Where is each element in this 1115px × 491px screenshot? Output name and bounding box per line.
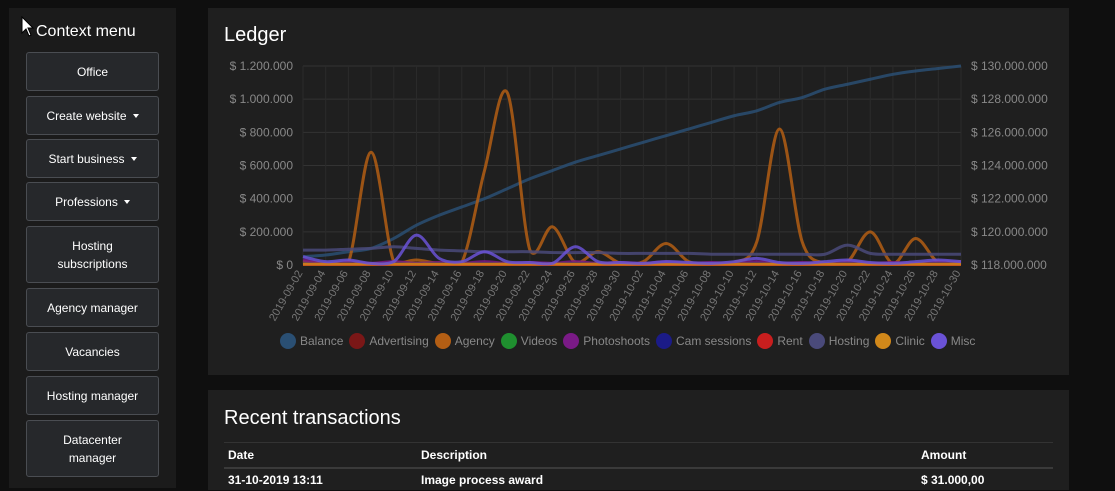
legend-label: Agency <box>455 334 495 348</box>
menu-button-label: Datacenter manager <box>27 431 158 467</box>
menu-button-vacancies[interactable]: Vacancies <box>26 332 159 371</box>
legend-swatch <box>931 333 947 349</box>
menu-button-label: Vacancies <box>65 343 119 361</box>
column-header-date[interactable]: Date <box>224 443 417 469</box>
menu-button-label: Agency manager <box>47 299 138 317</box>
legend-item-photoshoots[interactable]: Photoshoots <box>563 333 650 349</box>
menu-button-office[interactable]: Office <box>26 52 159 91</box>
legend-item-balance[interactable]: Balance <box>280 333 343 349</box>
right-axis-tick-label: $ 124.000.000 <box>971 159 1048 173</box>
left-axis-tick-label: $ 800.000 <box>240 125 294 139</box>
legend-label: Clinic <box>895 334 924 348</box>
ledger-panel: Ledger $ 0$ 118.000.000$ 200.000$ 120.00… <box>208 8 1069 375</box>
ledger-chart: $ 0 $ 118.000.000 $ 200.000 $ 120.000.000 $ … <box>208 8 1069 375</box>
menu-button-label: Create website <box>46 107 126 125</box>
legend-item-advertising[interactable]: Advertising <box>349 333 428 349</box>
legend-label: Hosting <box>829 334 870 348</box>
transactions-panel: Recent transactions Date Description Amo… <box>208 390 1069 490</box>
legend-label: Videos <box>521 334 557 348</box>
menu-button-label: Professions <box>55 193 118 211</box>
left-axis-tick-label: $ 600.000 <box>240 159 294 173</box>
legend-swatch <box>349 333 365 349</box>
left-axis-tick-label: $ 400.000 <box>240 192 294 206</box>
table-header-row: Date Description Amount <box>224 443 1053 469</box>
menu-button-create-website[interactable]: Create website <box>26 96 159 135</box>
legend-item-clinic[interactable]: Clinic <box>875 333 924 349</box>
left-axis-tick-label: $ 1.200.000 <box>230 59 294 73</box>
caret-down-icon <box>133 114 139 118</box>
right-axis-tick-label: $ 122.000.000 <box>971 192 1048 206</box>
legend-item-videos[interactable]: Videos <box>501 333 557 349</box>
transaction-amount: $ 31.000,00 <box>917 468 1053 491</box>
series-line-balance <box>303 66 961 257</box>
menu-button-label: Hosting manager <box>47 387 138 405</box>
legend-item-rent[interactable]: Rent <box>757 333 802 349</box>
legend-swatch <box>656 333 672 349</box>
legend-item-misc[interactable]: Misc <box>931 333 976 349</box>
right-axis-tick-label: $ 120.000.000 <box>971 225 1048 239</box>
legend-item-cam-sessions[interactable]: Cam sessions <box>656 333 751 349</box>
caret-down-icon <box>124 200 130 204</box>
legend-item-hosting[interactable]: Hosting <box>809 333 870 349</box>
series-line-agency <box>303 91 961 265</box>
legend-swatch <box>501 333 517 349</box>
menu-button-label: Office <box>77 63 108 81</box>
legend-swatch <box>875 333 891 349</box>
right-axis-tick-label: $ 118.000.000 <box>971 258 1047 272</box>
menu-button-datacenter-manager[interactable]: Datacenter manager <box>26 420 159 477</box>
column-header-description[interactable]: Description <box>417 443 917 469</box>
mouse-cursor-icon <box>21 16 35 38</box>
transactions-title: Recent transactions <box>224 407 401 430</box>
menu-button-agency-manager[interactable]: Agency manager <box>26 288 159 327</box>
menu-button-start-business[interactable]: Start business <box>26 139 159 178</box>
legend-swatch <box>809 333 825 349</box>
menu-button-label: Hosting subscriptions <box>27 237 158 273</box>
chart-legend: Balance Advertising Agency Videos Photoshoot… <box>280 333 975 349</box>
menu-button-professions[interactable]: Professions <box>26 182 159 221</box>
context-menu-title: Context menu <box>36 23 136 41</box>
legend-item-agency[interactable]: Agency <box>435 333 495 349</box>
legend-label: Photoshoots <box>583 334 650 348</box>
column-header-amount[interactable]: Amount <box>917 443 1053 469</box>
menu-button-label: Start business <box>48 150 124 168</box>
legend-label: Cam sessions <box>676 334 751 348</box>
right-axis-tick-label: $ 126.000.000 <box>971 125 1048 139</box>
legend-swatch <box>757 333 773 349</box>
legend-label: Misc <box>951 334 976 348</box>
transaction-date: 31-10-2019 13:11 <box>224 468 417 491</box>
menu-button-hosting-subscriptions[interactable]: Hosting subscriptions <box>26 226 159 283</box>
right-axis-tick-label: $ 128.000.000 <box>971 92 1048 106</box>
menu-button-hosting-manager[interactable]: Hosting manager <box>26 376 159 415</box>
legend-label: Rent <box>777 334 802 348</box>
transaction-description: Image process award <box>417 468 917 491</box>
legend-swatch <box>435 333 451 349</box>
legend-label: Advertising <box>369 334 428 348</box>
right-axis-tick-label: $ 130.000.000 <box>971 59 1048 73</box>
legend-swatch <box>280 333 296 349</box>
legend-swatch <box>563 333 579 349</box>
legend-label: Balance <box>300 334 343 348</box>
left-axis-tick-label: $ 200.000 <box>240 225 294 239</box>
caret-down-icon <box>131 157 137 161</box>
left-axis-tick-label: $ 1.000.000 <box>230 92 294 106</box>
left-axis-tick-label: $ 0 <box>276 258 293 272</box>
table-row[interactable]: 31-10-2019 13:11 Image process award $ 3… <box>224 468 1053 491</box>
